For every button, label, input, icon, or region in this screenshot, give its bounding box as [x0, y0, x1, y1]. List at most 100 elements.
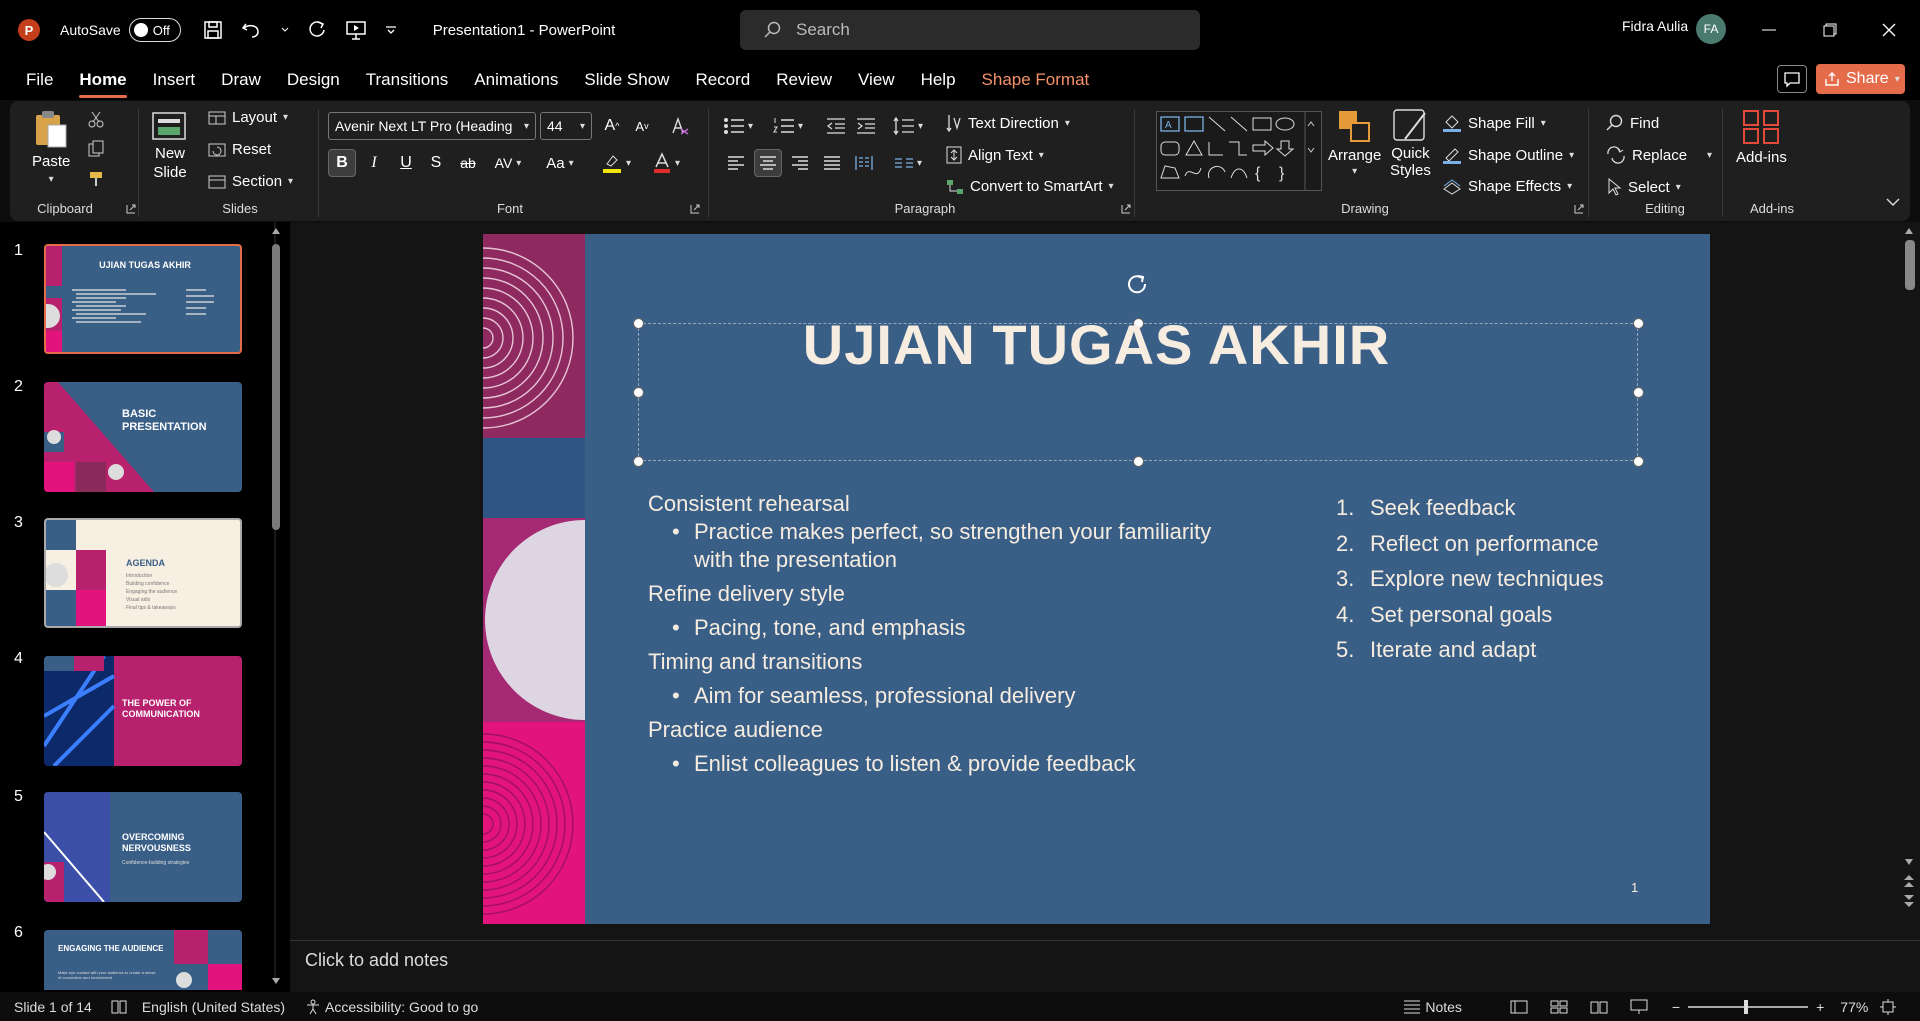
resize-handle[interactable]: [633, 456, 644, 467]
select-button[interactable]: Select ▾: [1606, 178, 1681, 196]
text-direction-button[interactable]: Text Direction ▾: [946, 114, 1070, 132]
previous-slide-icon[interactable]: [1903, 874, 1915, 888]
layout-button[interactable]: Layout ▾: [208, 109, 288, 126]
spelling-check-icon[interactable]: [110, 999, 128, 1015]
slideshow-view-icon[interactable]: [1630, 999, 1648, 1015]
font-family-select[interactable]: Avenir Next LT Pro (Heading ▾: [328, 112, 536, 140]
bold-button[interactable]: B: [328, 149, 356, 177]
section-button[interactable]: Section ▾: [208, 173, 293, 190]
arrange-button[interactable]: Arrange ▾: [1328, 109, 1381, 177]
underline-button[interactable]: U: [392, 149, 420, 177]
user-name[interactable]: Fidra Aulia: [1622, 18, 1688, 34]
slide-title[interactable]: UJIAN TUGAS AKHIR: [483, 312, 1710, 377]
zoom-level[interactable]: 77%: [1840, 999, 1868, 1015]
accessibility-icon[interactable]: [305, 999, 321, 1015]
character-spacing-button[interactable]: AV ▾: [488, 149, 528, 177]
text-shadow-button[interactable]: S: [422, 149, 450, 177]
scroll-down-icon[interactable]: [1904, 858, 1914, 866]
tab-shape-format[interactable]: Shape Format: [969, 60, 1103, 100]
autosave-toggle[interactable]: Off: [128, 18, 181, 42]
grow-font-button[interactable]: A ^: [598, 112, 626, 140]
shape-effects-button[interactable]: Shape Effects ▾: [1442, 178, 1572, 195]
thumbnail-slide-2[interactable]: BASIC PRESENTATION: [44, 382, 242, 492]
quick-styles-button[interactable]: Quick Styles: [1390, 107, 1431, 179]
dialog-launcher-icon[interactable]: [126, 204, 136, 214]
thumbnail-slide-4[interactable]: THE POWER OF COMMUNICATION: [44, 656, 242, 766]
thumbnail-slide-1[interactable]: UJIAN TUGAS AKHIR: [44, 244, 242, 354]
find-button[interactable]: Find: [1606, 114, 1659, 132]
thumbnail-slide-3[interactable]: AGENDA Introduction Building confidence …: [44, 518, 242, 628]
tab-draw[interactable]: Draw: [208, 60, 274, 100]
resize-handle[interactable]: [1633, 387, 1644, 398]
current-slide[interactable]: UJIAN TUGAS AKHIR Consistent rehearsal P…: [483, 234, 1710, 924]
zoom-out-button[interactable]: −: [1672, 999, 1680, 1015]
strikethrough-button[interactable]: ab: [454, 149, 482, 177]
redo-icon[interactable]: [307, 20, 327, 40]
bullets-button[interactable]: ▾: [716, 112, 760, 140]
shape-outline-button[interactable]: Shape Outline ▾: [1442, 146, 1574, 164]
clear-formatting-icon[interactable]: [666, 112, 694, 140]
align-left-icon[interactable]: [722, 149, 750, 177]
right-content-placeholder[interactable]: 1. Seek feedback 2. Reflect on performance…: [1336, 490, 1604, 668]
tab-view[interactable]: View: [845, 60, 908, 100]
slide-sorter-icon[interactable]: [1550, 1000, 1568, 1014]
undo-icon[interactable]: [241, 20, 263, 40]
thumbnail-slide-5[interactable]: OVERCOMING NERVOUSNESS Confidence-buildi…: [44, 792, 242, 902]
convert-smartart-button[interactable]: Convert to SmartArt ▾: [946, 178, 1114, 195]
cut-icon[interactable]: [82, 105, 110, 133]
italic-button[interactable]: I: [360, 149, 388, 177]
copy-icon[interactable]: [82, 135, 110, 163]
font-size-select[interactable]: 44 ▾: [540, 112, 592, 140]
change-case-button[interactable]: Aa ▾: [540, 149, 580, 177]
align-right-icon[interactable]: [786, 149, 814, 177]
accessibility-status[interactable]: Accessibility: Good to go: [325, 999, 478, 1015]
tab-transitions[interactable]: Transitions: [353, 60, 462, 100]
tab-help[interactable]: Help: [908, 60, 969, 100]
share-button[interactable]: Share ▾: [1816, 64, 1905, 94]
tab-review[interactable]: Review: [763, 60, 845, 100]
dialog-launcher-icon[interactable]: [1121, 204, 1131, 214]
font-color-button[interactable]: ▾: [646, 149, 686, 177]
zoom-slider[interactable]: [1688, 999, 1809, 1014]
tab-slide-show[interactable]: Slide Show: [571, 60, 682, 100]
avatar[interactable]: FA: [1696, 14, 1726, 44]
shapes-gallery[interactable]: A { }: [1156, 111, 1322, 191]
tab-insert[interactable]: Insert: [140, 60, 209, 100]
next-slide-icon[interactable]: [1903, 894, 1915, 908]
align-center-icon[interactable]: [754, 149, 782, 177]
dialog-launcher-icon[interactable]: [690, 204, 700, 214]
decrease-indent-icon[interactable]: [822, 112, 850, 140]
paste-button[interactable]: Paste ▾: [32, 109, 70, 185]
collapse-ribbon-icon[interactable]: [1886, 198, 1900, 206]
customize-qat-icon[interactable]: [385, 25, 397, 35]
tab-record[interactable]: Record: [682, 60, 763, 100]
add-ins-button[interactable]: Add-ins: [1736, 109, 1787, 166]
save-icon[interactable]: [203, 20, 223, 40]
align-text-button[interactable]: Align Text ▾: [946, 146, 1044, 164]
justify-icon[interactable]: [818, 149, 846, 177]
numbering-button[interactable]: ▾: [766, 112, 810, 140]
increase-indent-icon[interactable]: [852, 112, 880, 140]
dialog-launcher-icon[interactable]: [1574, 204, 1584, 214]
shrink-font-button[interactable]: Av: [628, 112, 656, 140]
language-status[interactable]: English (United States): [142, 999, 285, 1015]
line-spacing-button[interactable]: ▾: [886, 112, 930, 140]
left-content-placeholder[interactable]: Consistent rehearsal Practice makes perf…: [648, 490, 1211, 778]
tab-home[interactable]: Home: [66, 60, 139, 100]
thumbnail-scrollbar[interactable]: [272, 244, 280, 530]
zoom-in-button[interactable]: +: [1816, 999, 1824, 1015]
tab-file[interactable]: File: [13, 60, 66, 100]
thumbnail-slide-6[interactable]: ENGAGING THE AUDIENCE Make eye contact w…: [44, 930, 242, 990]
editor-scrollbar[interactable]: [1905, 240, 1915, 290]
reset-button[interactable]: Reset: [208, 141, 271, 158]
notes-icon[interactable]: [1403, 1000, 1421, 1014]
undo-dropdown-icon[interactable]: [281, 27, 289, 33]
notes-pane[interactable]: [290, 940, 1920, 992]
notes-placeholder[interactable]: Click to add notes: [305, 950, 448, 971]
format-painter-icon[interactable]: [82, 165, 110, 193]
align-distribute-button[interactable]: ▾: [886, 149, 930, 177]
tab-design[interactable]: Design: [274, 60, 353, 100]
new-slide-button[interactable]: New Slide: [150, 107, 190, 181]
scroll-down-icon[interactable]: [271, 977, 281, 985]
reading-view-icon[interactable]: [1590, 1000, 1608, 1014]
